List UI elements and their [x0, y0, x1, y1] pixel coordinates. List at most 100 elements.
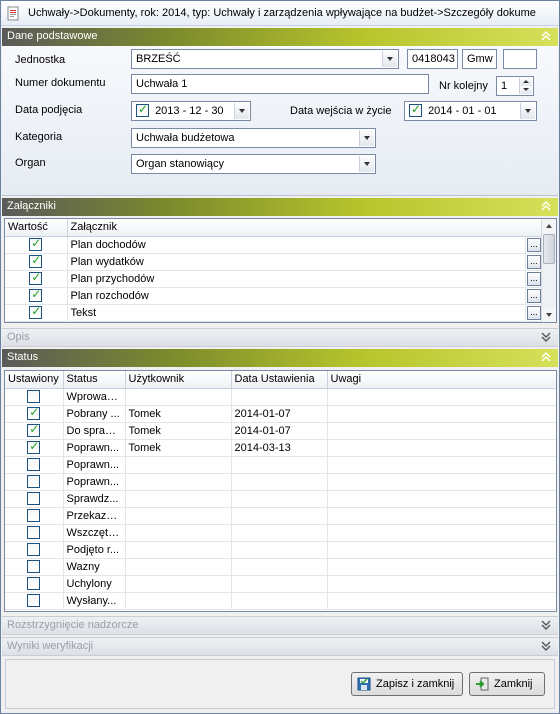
data-podjecia-dropdown-icon[interactable]	[234, 103, 249, 119]
status-checkbox[interactable]	[27, 594, 41, 607]
data-wejscia-dropdown-icon[interactable]	[520, 103, 535, 119]
status-set-cell[interactable]	[5, 490, 64, 508]
status-notes-cell[interactable]	[327, 592, 556, 610]
status-row[interactable]: Pobrany ...Tomek2014-01-07	[5, 405, 556, 423]
status-row[interactable]: Uchylony	[5, 575, 556, 593]
attachment-value-cell[interactable]	[5, 304, 68, 322]
column-header-status[interactable]: Status	[63, 371, 126, 389]
status-row[interactable]: Sprawdz...	[5, 490, 556, 508]
attachment-checkbox[interactable]	[29, 270, 43, 285]
column-header-data-ustawienia[interactable]: Data Ustawienia	[231, 371, 328, 389]
attachment-row[interactable]: Plan dochodów...	[5, 236, 544, 254]
status-notes-cell[interactable]	[327, 524, 556, 542]
kategoria-dropdown-icon[interactable]	[359, 130, 374, 146]
attachment-row[interactable]: Plan rozchodów...	[5, 287, 544, 305]
status-set-cell[interactable]	[5, 388, 64, 406]
status-set-cell[interactable]	[5, 592, 64, 610]
attachment-checkbox[interactable]	[29, 236, 43, 251]
attachment-row[interactable]: Tekst...	[5, 304, 544, 322]
column-header-wartosc[interactable]: Wartość	[5, 219, 68, 237]
status-notes-cell[interactable]	[327, 507, 556, 525]
status-notes-cell[interactable]	[327, 541, 556, 559]
numer-dokumentu-input[interactable]: Uchwała 1	[131, 74, 429, 94]
attachment-checkbox[interactable]	[29, 304, 43, 319]
expand-chevron-icon[interactable]	[540, 330, 552, 344]
status-row[interactable]: Wazny	[5, 558, 556, 576]
status-set-cell[interactable]	[5, 575, 64, 593]
kategoria-combobox[interactable]: Uchwała budżetowa	[131, 128, 376, 148]
collapse-chevron-icon[interactable]	[540, 199, 552, 213]
attachment-checkbox[interactable]	[29, 253, 43, 268]
status-set-cell[interactable]	[5, 558, 64, 576]
panel-header-wyniki-weryfikacji[interactable]: Wyniki weryfikacji	[2, 637, 558, 656]
status-checkbox[interactable]	[27, 458, 41, 471]
status-row[interactable]: Podjęto r...	[5, 541, 556, 559]
attachment-row[interactable]: Plan wydatków...	[5, 253, 544, 271]
status-checkbox[interactable]	[27, 422, 41, 437]
panel-header-status[interactable]: Status	[2, 349, 558, 367]
status-set-cell[interactable]	[5, 439, 64, 457]
status-notes-cell[interactable]	[327, 490, 556, 508]
status-notes-cell[interactable]	[327, 456, 556, 474]
panel-header-dane-podstawowe[interactable]: Dane podstawowe	[2, 28, 558, 46]
jednostka-dropdown-icon[interactable]	[382, 51, 397, 67]
status-checkbox[interactable]	[27, 560, 41, 573]
browse-ellipsis-button[interactable]: ...	[527, 271, 541, 286]
status-notes-cell[interactable]	[327, 388, 556, 406]
collapse-chevron-icon[interactable]	[540, 29, 552, 43]
expand-chevron-icon[interactable]	[540, 639, 552, 653]
status-set-cell[interactable]	[5, 405, 64, 423]
browse-ellipsis-button[interactable]: ...	[527, 237, 541, 252]
browse-ellipsis-button[interactable]: ...	[527, 288, 541, 303]
status-checkbox[interactable]	[27, 439, 41, 454]
data-wejscia-picker[interactable]: 2014 - 01 - 01	[404, 101, 537, 121]
data-wejscia-checkbox[interactable]	[409, 102, 422, 117]
status-checkbox[interactable]	[27, 577, 41, 590]
status-notes-cell[interactable]	[327, 439, 556, 457]
browse-ellipsis-button[interactable]: ...	[527, 305, 541, 320]
status-notes-cell[interactable]	[327, 422, 556, 440]
status-notes-cell[interactable]	[327, 405, 556, 423]
attachment-value-cell[interactable]	[5, 253, 68, 271]
status-notes-cell[interactable]	[327, 575, 556, 593]
save-and-close-button[interactable]: Zapisz i zamknij	[351, 672, 463, 696]
nr-kolejny-spinner[interactable]: 1	[496, 76, 534, 96]
panel-header-opis[interactable]: Opis	[2, 328, 558, 347]
status-checkbox[interactable]	[27, 390, 41, 403]
collapse-chevron-icon[interactable]	[540, 350, 552, 364]
column-header-zalacznik[interactable]: Załącznik	[67, 219, 544, 237]
status-set-cell[interactable]	[5, 541, 64, 559]
status-set-cell[interactable]	[5, 456, 64, 474]
scroll-down-icon[interactable]	[542, 308, 556, 322]
status-row[interactable]: Wszczęto...	[5, 524, 556, 542]
status-row[interactable]: Przekaza...	[5, 507, 556, 525]
status-row[interactable]: Wprowad...	[5, 388, 556, 406]
attachment-value-cell[interactable]	[5, 287, 68, 305]
status-notes-cell[interactable]	[327, 473, 556, 491]
status-notes-cell[interactable]	[327, 558, 556, 576]
attachment-value-cell[interactable]	[5, 236, 68, 254]
status-checkbox[interactable]	[27, 526, 41, 539]
status-checkbox[interactable]	[27, 492, 41, 505]
expand-chevron-icon[interactable]	[540, 618, 552, 632]
column-header-uwagi[interactable]: Uwagi	[327, 371, 556, 389]
status-set-cell[interactable]	[5, 524, 64, 542]
nr-kolejny-spin-buttons[interactable]	[519, 78, 532, 94]
status-row[interactable]: Do spraw...Tomek2014-01-07	[5, 422, 556, 440]
data-podjecia-picker[interactable]: 2013 - 12 - 30	[131, 101, 251, 121]
attachment-row[interactable]: Plan przychodów...	[5, 270, 544, 288]
panel-header-zalaczniki[interactable]: Załączniki	[2, 198, 558, 216]
status-set-cell[interactable]	[5, 473, 64, 491]
scroll-up-icon[interactable]	[542, 219, 556, 233]
status-checkbox[interactable]	[27, 405, 41, 420]
status-checkbox[interactable]	[27, 509, 41, 522]
organ-dropdown-icon[interactable]	[359, 156, 374, 172]
status-checkbox[interactable]	[27, 543, 41, 556]
attachment-checkbox[interactable]	[29, 287, 43, 302]
spin-up-icon[interactable]	[519, 78, 532, 86]
status-row[interactable]: Wysłany...	[5, 592, 556, 610]
attachment-value-cell[interactable]	[5, 270, 68, 288]
status-checkbox[interactable]	[27, 475, 41, 488]
scroll-thumb[interactable]	[543, 234, 555, 264]
panel-header-rozstrzygniecie-nadzorcze[interactable]: Rozstrzygnięcie nadzorcze	[2, 616, 558, 635]
